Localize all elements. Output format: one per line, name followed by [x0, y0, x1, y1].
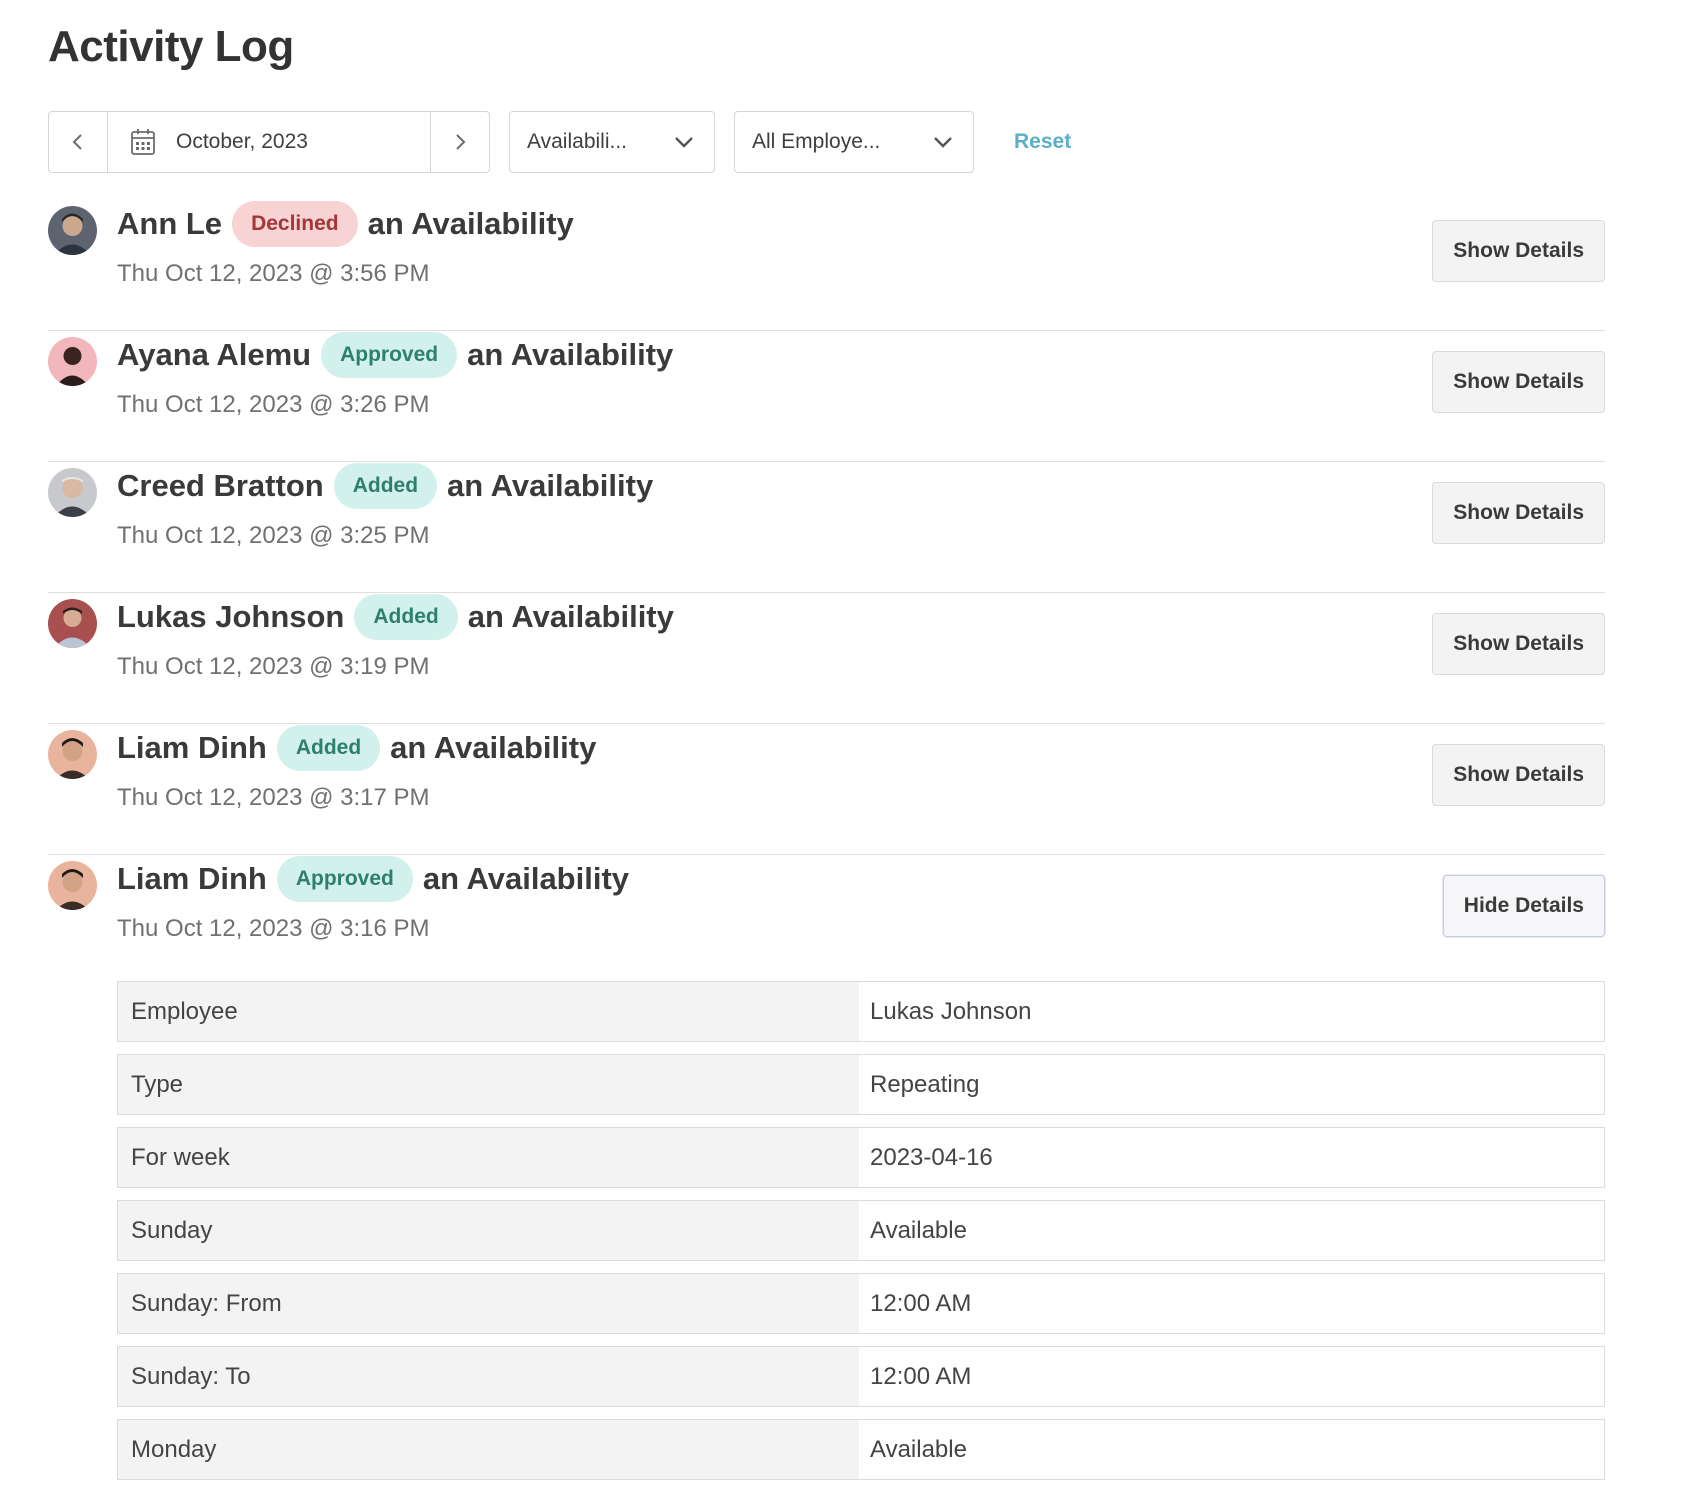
detail-row: Monday Available	[117, 1419, 1605, 1480]
detail-value: Available	[859, 1201, 1604, 1260]
activity-headline: Liam Dinh Added an Availability	[117, 724, 596, 772]
show-details-button[interactable]: Show Details	[1432, 351, 1605, 413]
prev-month-button[interactable]	[49, 112, 108, 172]
actor-name: Liam Dinh	[117, 730, 267, 765]
show-details-button[interactable]: Show Details	[1432, 482, 1605, 544]
activity-headline: Liam Dinh Approved an Availability	[117, 855, 629, 903]
show-details-button[interactable]: Show Details	[1432, 744, 1605, 806]
activity-row: Ayana Alemu Approved an Availability Thu…	[48, 331, 1605, 462]
detail-row: For week 2023-04-16	[117, 1127, 1605, 1188]
activity-row: Ann Le Declined an Availability Thu Oct …	[48, 200, 1605, 331]
activity-headline: Creed Bratton Added an Availability	[117, 462, 653, 510]
activity-row: Liam Dinh Added an Availability Thu Oct …	[48, 724, 1605, 855]
toolbar: October, 2023 Availabili... All Employe.…	[48, 111, 1071, 173]
timestamp: Thu Oct 12, 2023 @ 3:25 PM	[117, 522, 430, 549]
chevron-down-icon	[675, 137, 693, 148]
activity-headline: Ann Le Declined an Availability	[117, 200, 574, 248]
detail-row: Employee Lukas Johnson	[117, 981, 1605, 1042]
detail-value: Available	[859, 1420, 1604, 1479]
employee-filter-value: All Employe...	[752, 130, 881, 153]
timestamp: Thu Oct 12, 2023 @ 3:17 PM	[117, 784, 430, 811]
activity-headline: Lukas Johnson Added an Availability	[117, 593, 674, 641]
status-badge: Declined	[232, 201, 358, 247]
detail-key: Monday	[118, 1420, 859, 1479]
activity-row: Lukas Johnson Added an Availability Thu …	[48, 593, 1605, 724]
month-picker[interactable]: October, 2023	[108, 112, 430, 172]
reset-link[interactable]: Reset	[1014, 130, 1071, 154]
detail-key: Type	[118, 1055, 859, 1114]
activity-object: an Availability	[422, 861, 630, 896]
month-label: October, 2023	[176, 130, 308, 153]
timestamp: Thu Oct 12, 2023 @ 3:26 PM	[117, 391, 430, 418]
detail-row: Sunday Available	[117, 1200, 1605, 1261]
activity-object: an Availability	[467, 337, 674, 372]
actor-name: Creed Bratton	[117, 468, 324, 503]
type-filter-select[interactable]: Availabili...	[509, 111, 715, 173]
status-badge: Added	[276, 725, 381, 771]
actor-name: Ayana Alemu	[117, 337, 312, 372]
detail-key: Employee	[118, 982, 859, 1041]
detail-key: Sunday	[118, 1201, 859, 1260]
detail-key: Sunday: To	[118, 1347, 859, 1406]
status-badge: Added	[354, 594, 458, 640]
actor-name: Lukas Johnson	[117, 599, 345, 634]
activity-headline: Ayana Alemu Approved an Availability	[117, 331, 673, 379]
detail-key: For week	[118, 1128, 859, 1187]
show-details-button[interactable]: Show Details	[1432, 220, 1605, 282]
date-navigator: October, 2023	[48, 111, 490, 173]
hide-details-button[interactable]: Hide Details	[1442, 875, 1605, 937]
avatar	[48, 468, 97, 517]
employee-filter-select[interactable]: All Employe...	[734, 111, 974, 173]
next-month-button[interactable]	[430, 112, 489, 172]
actor-name: Liam Dinh	[117, 861, 267, 896]
chevron-left-icon	[72, 134, 82, 150]
detail-row: Sunday: To 12:00 AM	[117, 1346, 1605, 1407]
detail-value: 12:00 AM	[859, 1347, 1604, 1406]
timestamp: Thu Oct 12, 2023 @ 3:56 PM	[117, 260, 430, 287]
activity-row: Creed Bratton Added an Availability Thu …	[48, 462, 1605, 593]
activity-object: an Availability	[447, 468, 654, 503]
type-filter-value: Availabili...	[527, 130, 627, 153]
detail-value: 2023-04-16	[859, 1128, 1604, 1187]
timestamp: Thu Oct 12, 2023 @ 3:16 PM	[117, 915, 430, 942]
avatar	[48, 206, 97, 255]
avatar	[48, 730, 97, 779]
activity-object: an Availability	[367, 206, 574, 241]
status-badge: Approved	[276, 856, 413, 902]
activity-list: Ann Le Declined an Availability Thu Oct …	[48, 200, 1605, 1480]
page-title: Activity Log	[48, 22, 294, 71]
calendar-icon	[130, 128, 156, 156]
chevron-down-icon	[934, 137, 952, 148]
avatar	[48, 337, 97, 386]
detail-value: Repeating	[859, 1055, 1604, 1114]
show-details-button[interactable]: Show Details	[1432, 613, 1605, 675]
activity-object: an Availability	[467, 599, 674, 634]
chevron-right-icon	[456, 134, 466, 150]
status-badge: Approved	[321, 332, 458, 378]
avatar	[48, 599, 97, 648]
detail-key: Sunday: From	[118, 1274, 859, 1333]
details-table: Employee Lukas Johnson Type Repeating Fo…	[117, 981, 1605, 1492]
detail-row: Type Repeating	[117, 1054, 1605, 1115]
detail-row: Sunday: From 12:00 AM	[117, 1273, 1605, 1334]
status-badge: Added	[333, 463, 438, 509]
avatar	[48, 861, 97, 910]
detail-value: 12:00 AM	[859, 1274, 1604, 1333]
activity-object: an Availability	[390, 730, 597, 765]
detail-value: Lukas Johnson	[859, 982, 1604, 1041]
actor-name: Ann Le	[117, 206, 223, 241]
timestamp: Thu Oct 12, 2023 @ 3:19 PM	[117, 653, 430, 680]
